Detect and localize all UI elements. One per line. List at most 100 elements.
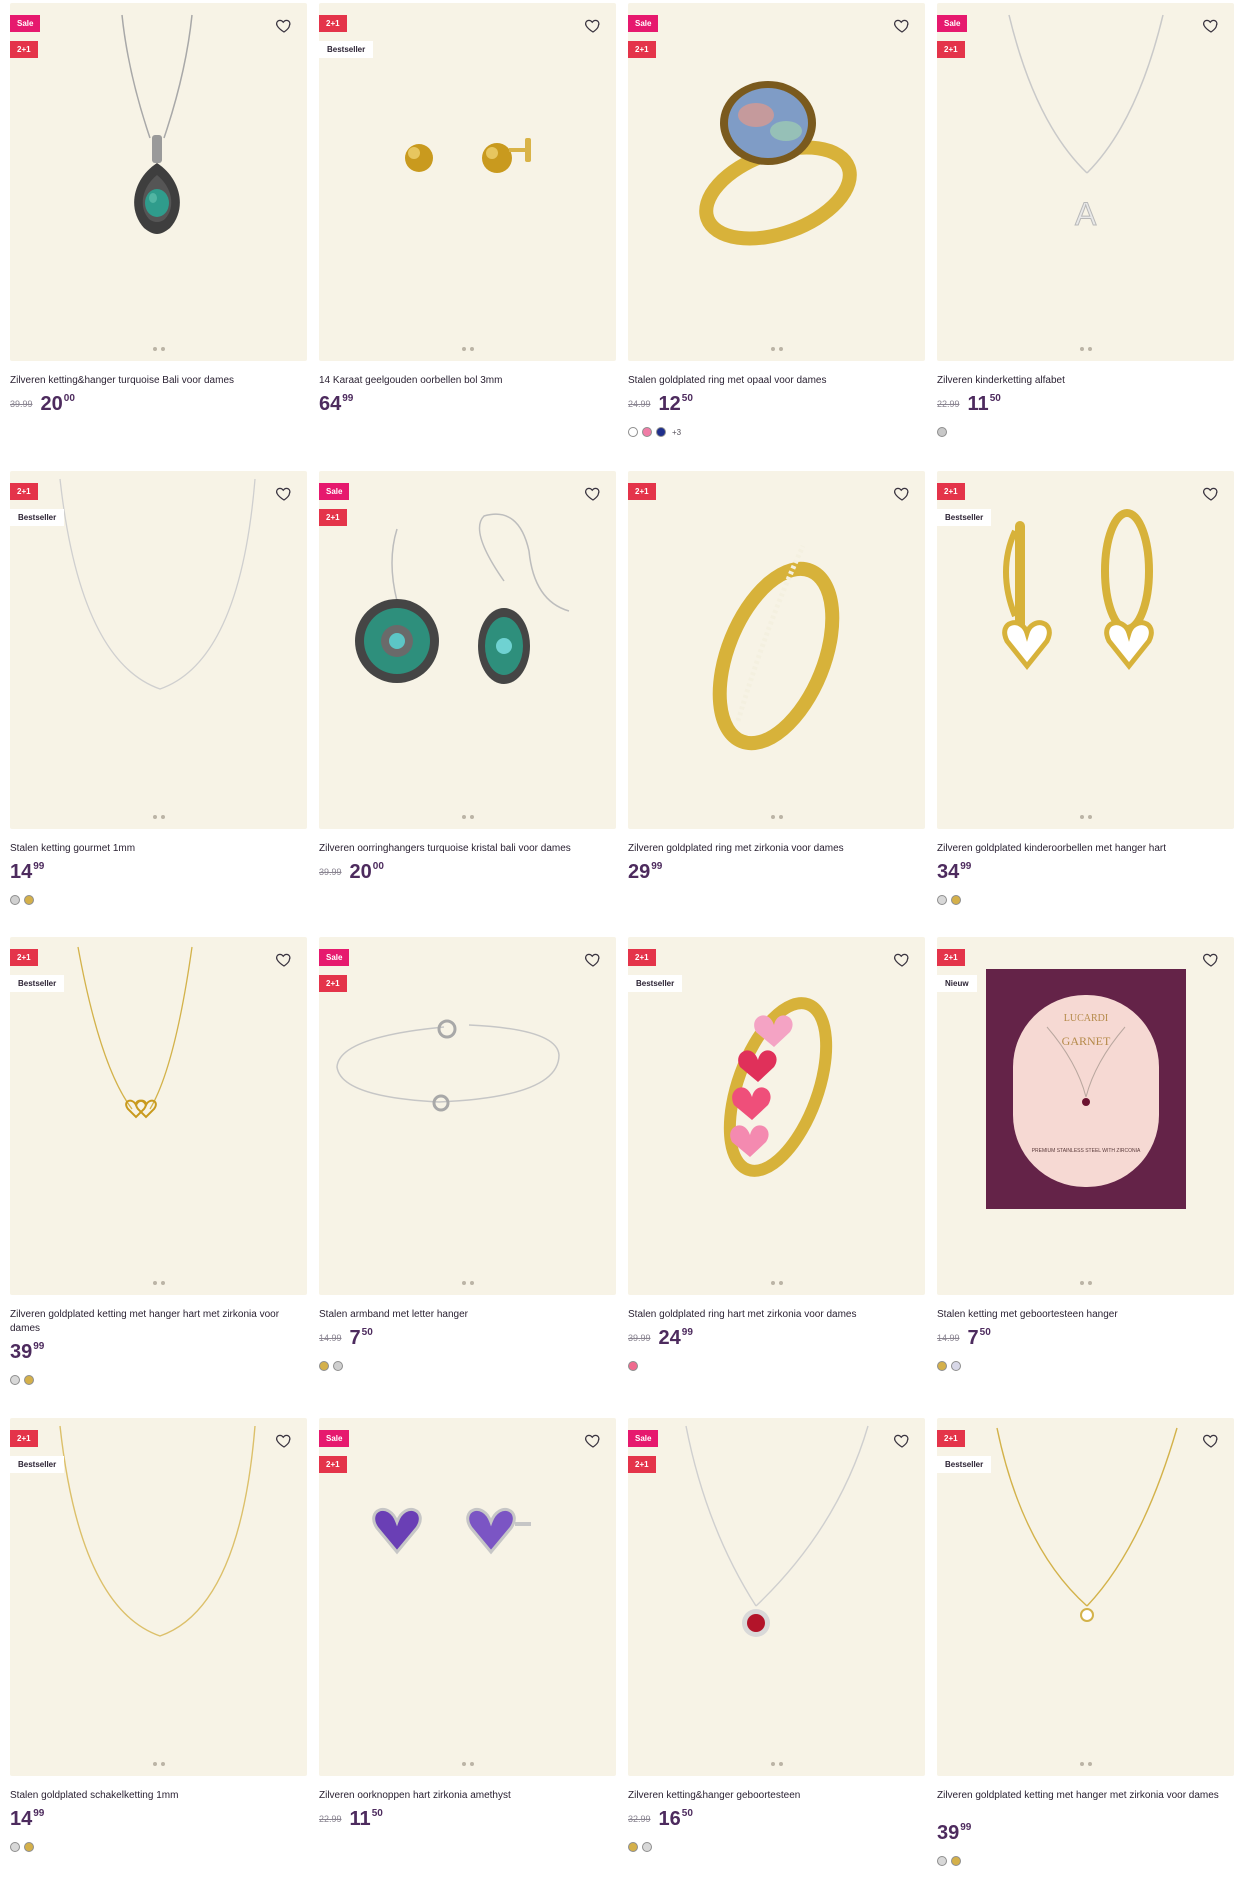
more-colors-count[interactable]: +3 — [672, 428, 681, 437]
image-carousel-dots[interactable] — [1079, 347, 1092, 351]
product-title[interactable]: Zilveren oorknoppen hart zirkonia amethy… — [319, 1789, 616, 1803]
carousel-dot[interactable] — [152, 1762, 157, 1766]
image-carousel-dots[interactable] — [1079, 1762, 1092, 1766]
image-carousel-dots[interactable] — [152, 347, 165, 351]
image-carousel-dots[interactable] — [770, 1762, 783, 1766]
carousel-dot[interactable] — [1079, 1281, 1084, 1285]
color-swatch[interactable] — [10, 1375, 20, 1385]
product-card[interactable]: A Sale 2+1 Zilveren kinderketting alfabet 22… — [937, 3, 1234, 443]
product-title[interactable]: Zilveren goldplated kinderoorbellen met … — [937, 842, 1234, 856]
product-image[interactable]: 2+1 Bestseller — [10, 471, 307, 829]
product-title[interactable]: Zilveren ketting&hanger geboortesteen — [628, 1789, 925, 1803]
color-swatch[interactable] — [937, 427, 947, 437]
wishlist-heart-icon[interactable] — [893, 951, 911, 969]
product-card[interactable]: 2+1 Bestseller Stalen goldplated ring hart… — [628, 937, 925, 1377]
carousel-dot[interactable] — [1079, 347, 1084, 351]
carousel-dot[interactable] — [770, 347, 775, 351]
carousel-dot[interactable] — [778, 815, 783, 819]
product-card[interactable]: 2+1 Bestseller Zilveren goldplated ketting… — [937, 1418, 1234, 1866]
color-swatch[interactable] — [10, 1842, 20, 1852]
color-swatch[interactable] — [319, 1361, 329, 1371]
product-card[interactable]: Sale 2+1 Zilveren oorringhangers turquoise… — [319, 471, 616, 911]
product-image[interactable]: Sale 2+1 — [319, 471, 616, 829]
carousel-dot[interactable] — [1087, 1762, 1092, 1766]
color-swatch[interactable] — [628, 1361, 638, 1371]
carousel-dot[interactable] — [461, 1281, 466, 1285]
product-card[interactable]: 2+1 Bestseller Stalen ketting gourmet 1mm 1… — [10, 471, 307, 911]
product-card[interactable]: 2+1 Bestseller 14 Karaat geelgouden oorbel… — [319, 3, 616, 443]
image-carousel-dots[interactable] — [461, 1281, 474, 1285]
product-title[interactable]: Stalen goldplated schakelketting 1mm — [10, 1789, 307, 1803]
product-card[interactable]: 2+1 Bestseller Zilveren goldplated ketting… — [10, 937, 307, 1385]
image-carousel-dots[interactable] — [461, 347, 474, 351]
carousel-dot[interactable] — [160, 1762, 165, 1766]
product-title[interactable]: Stalen armband met letter hanger — [319, 1308, 616, 1322]
wishlist-heart-icon[interactable] — [584, 1432, 602, 1450]
wishlist-heart-icon[interactable] — [893, 17, 911, 35]
product-title[interactable]: Stalen goldplated ring met opaal voor da… — [628, 374, 925, 388]
color-swatch[interactable] — [642, 427, 652, 437]
image-carousel-dots[interactable] — [461, 815, 474, 819]
color-swatch[interactable] — [24, 1375, 34, 1385]
wishlist-heart-icon[interactable] — [1202, 951, 1220, 969]
wishlist-heart-icon[interactable] — [275, 951, 293, 969]
product-card[interactable]: LUCARDI GARNET PREMIUM STAINLESS STEEL W… — [937, 937, 1234, 1377]
wishlist-heart-icon[interactable] — [1202, 17, 1220, 35]
product-title[interactable]: Stalen ketting met geboortesteen hanger — [937, 1308, 1234, 1322]
carousel-dot[interactable] — [152, 815, 157, 819]
product-title[interactable]: Zilveren kinderketting alfabet — [937, 374, 1234, 388]
carousel-dot[interactable] — [770, 1762, 775, 1766]
carousel-dot[interactable] — [152, 1281, 157, 1285]
product-title[interactable]: Zilveren goldplated ketting met hanger m… — [937, 1789, 1234, 1803]
product-image[interactable]: Sale 2+1 — [319, 1418, 616, 1776]
wishlist-heart-icon[interactable] — [275, 1432, 293, 1450]
product-image[interactable]: 2+1 Bestseller — [319, 3, 616, 361]
product-title[interactable]: Stalen goldplated ring hart met zirkonia… — [628, 1308, 925, 1322]
product-card[interactable]: Sale 2+1 Zilveren ketting&hanger turquoise… — [10, 3, 307, 443]
product-image[interactable]: Sale 2+1 — [319, 937, 616, 1295]
color-swatch[interactable] — [628, 1842, 638, 1852]
carousel-dot[interactable] — [778, 1281, 783, 1285]
color-swatch[interactable] — [937, 1361, 947, 1371]
product-image[interactable]: 2+1 — [628, 471, 925, 829]
product-image[interactable]: 2+1 Bestseller — [10, 937, 307, 1295]
carousel-dot[interactable] — [469, 347, 474, 351]
carousel-dot[interactable] — [1079, 815, 1084, 819]
wishlist-heart-icon[interactable] — [584, 485, 602, 503]
wishlist-heart-icon[interactable] — [584, 17, 602, 35]
carousel-dot[interactable] — [461, 1762, 466, 1766]
product-card[interactable]: 2+1 Bestseller Stalen goldplated schakelke… — [10, 1418, 307, 1858]
color-swatch[interactable] — [937, 1856, 947, 1866]
carousel-dot[interactable] — [469, 815, 474, 819]
product-card[interactable]: Sale 2+1 Stalen armband met letter hanger 1… — [319, 937, 616, 1377]
wishlist-heart-icon[interactable] — [1202, 485, 1220, 503]
image-carousel-dots[interactable] — [770, 1281, 783, 1285]
carousel-dot[interactable] — [152, 347, 157, 351]
color-swatch[interactable] — [10, 895, 20, 905]
wishlist-heart-icon[interactable] — [1202, 1432, 1220, 1450]
product-image[interactable]: 2+1 Bestseller — [937, 471, 1234, 829]
wishlist-heart-icon[interactable] — [584, 951, 602, 969]
product-image[interactable]: 2+1 Bestseller — [937, 1418, 1234, 1776]
color-swatch[interactable] — [642, 1842, 652, 1852]
carousel-dot[interactable] — [1087, 347, 1092, 351]
color-swatch[interactable] — [24, 1842, 34, 1852]
product-title[interactable]: Zilveren goldplated ketting met hanger h… — [10, 1308, 307, 1336]
carousel-dot[interactable] — [469, 1281, 474, 1285]
product-image[interactable]: Sale 2+1 — [10, 3, 307, 361]
color-swatch[interactable] — [951, 895, 961, 905]
color-swatch[interactable] — [628, 427, 638, 437]
carousel-dot[interactable] — [770, 815, 775, 819]
product-card[interactable]: 2+1 Zilveren goldplated ring met zirkonia… — [628, 471, 925, 911]
product-image[interactable]: LUCARDI GARNET PREMIUM STAINLESS STEEL W… — [937, 937, 1234, 1295]
product-title[interactable]: Zilveren ketting&hanger turquoise Bali v… — [10, 374, 307, 388]
product-title[interactable]: Zilveren oorringhangers turquoise krista… — [319, 842, 616, 856]
wishlist-heart-icon[interactable] — [275, 485, 293, 503]
product-card[interactable]: Sale 2+1 Stalen goldplated ring met opaal … — [628, 3, 925, 443]
carousel-dot[interactable] — [461, 815, 466, 819]
carousel-dot[interactable] — [461, 347, 466, 351]
carousel-dot[interactable] — [770, 1281, 775, 1285]
product-title[interactable]: Zilveren goldplated ring met zirkonia vo… — [628, 842, 925, 856]
carousel-dot[interactable] — [160, 815, 165, 819]
product-card[interactable]: Sale 2+1 Zilveren ketting&hanger geboortes… — [628, 1418, 925, 1858]
